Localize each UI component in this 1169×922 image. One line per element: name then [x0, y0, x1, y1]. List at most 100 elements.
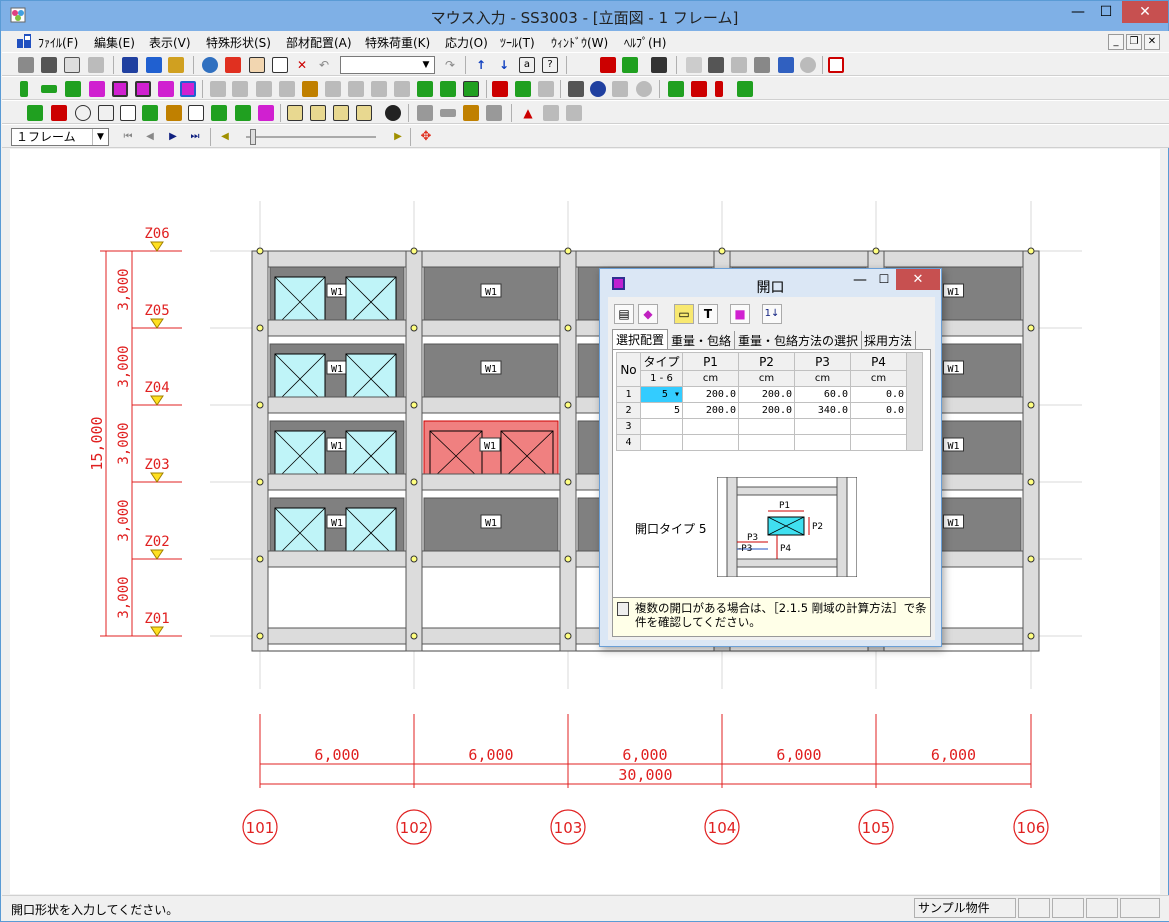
copy-icon[interactable] — [88, 57, 104, 73]
tag-c-icon[interactable] — [333, 105, 349, 121]
table-row[interactable]: 1 5 ▾ 200.0 200.0 60.0 0.0 — [616, 386, 923, 403]
panel-icon[interactable] — [622, 57, 638, 73]
node[interactable] — [564, 247, 572, 255]
tab-weight-envelope-method[interactable]: 重量・包絡方法の選択 — [735, 331, 863, 349]
crosshair-icon[interactable] — [98, 105, 114, 121]
mdi-close-button[interactable]: ✕ — [1144, 34, 1160, 50]
node[interactable] — [564, 632, 572, 640]
frame-select[interactable]: １フレーム ▼ — [11, 128, 109, 146]
load-down-icon[interactable] — [691, 81, 707, 97]
node[interactable] — [872, 247, 880, 255]
p1-cell[interactable] — [682, 434, 739, 451]
snap-icon[interactable] — [754, 57, 770, 73]
beam[interactable] — [251, 250, 1040, 268]
foundation-icon[interactable] — [417, 81, 433, 97]
menu-edit[interactable]: 編集(E) — [94, 34, 135, 51]
node-icon[interactable] — [686, 57, 702, 73]
label-f-icon[interactable] — [235, 105, 251, 121]
print-icon[interactable] — [41, 57, 57, 73]
slider-right-icon[interactable]: ▶ — [390, 129, 406, 145]
property-icon[interactable]: ▤ — [614, 304, 634, 324]
report-icon[interactable] — [828, 57, 844, 73]
node[interactable] — [256, 478, 264, 486]
last-frame-icon[interactable]: ⏭ — [187, 129, 203, 145]
tab-selection-placement[interactable]: 選択配置 — [612, 329, 669, 349]
print-preview-icon[interactable] — [64, 57, 80, 73]
node[interactable] — [256, 632, 264, 640]
menu-stress[interactable]: 応力(O) — [445, 34, 488, 51]
sort-icon[interactable]: 1↓ — [762, 304, 782, 324]
node[interactable] — [564, 324, 572, 332]
table-icon[interactable] — [600, 57, 616, 73]
menu-member-placement[interactable]: 部材配置(A) — [286, 34, 352, 51]
wall-icon[interactable] — [89, 81, 105, 97]
comment-icon[interactable]: ▭ — [674, 304, 694, 324]
measure-icon[interactable] — [731, 57, 747, 73]
p1-cell[interactable] — [682, 418, 739, 435]
p1-cell[interactable]: 200.0 — [682, 402, 739, 419]
node[interactable] — [256, 247, 264, 255]
opening-shape-icon[interactable]: ■ — [730, 304, 750, 324]
column-icon[interactable] — [20, 81, 28, 97]
brace-icon[interactable] — [65, 81, 81, 97]
undo-icon[interactable]: ↶ — [316, 57, 332, 73]
node[interactable] — [256, 401, 264, 409]
pan-hand-icon[interactable] — [249, 57, 265, 73]
member-display-icon[interactable] — [51, 105, 67, 121]
p4-cell[interactable] — [850, 418, 907, 435]
node[interactable] — [718, 247, 726, 255]
node[interactable] — [410, 324, 418, 332]
type-cell[interactable]: 5 — [640, 402, 683, 419]
node[interactable] — [1027, 555, 1035, 563]
column[interactable] — [405, 250, 423, 652]
book-icon[interactable]: ◆ — [638, 304, 658, 324]
node[interactable] — [564, 401, 572, 409]
help-icon[interactable]: ? — [542, 57, 558, 73]
column[interactable] — [1022, 250, 1040, 652]
joint-icon[interactable] — [492, 81, 508, 97]
menu-view[interactable]: 表示(V) — [149, 34, 191, 51]
p4-cell[interactable]: 0.0 — [850, 386, 907, 403]
p4-cell[interactable] — [850, 434, 907, 451]
menu-special-shape[interactable]: 特殊形状(S) — [206, 34, 271, 51]
text-icon[interactable]: a — [519, 57, 535, 73]
zoom-icon[interactable] — [202, 57, 218, 73]
label-b-icon[interactable] — [142, 105, 158, 121]
haunch-icon[interactable] — [302, 81, 318, 97]
node[interactable] — [410, 478, 418, 486]
grid-scrollbar[interactable] — [906, 352, 923, 451]
layer-combo[interactable]: ▼ — [340, 56, 435, 74]
column[interactable] — [559, 250, 577, 652]
p3-cell[interactable]: 340.0 — [794, 402, 851, 419]
p4-cell[interactable]: 0.0 — [850, 402, 907, 419]
type-cell[interactable] — [640, 434, 683, 451]
frame-icon[interactable] — [146, 57, 162, 73]
p3-cell[interactable] — [794, 418, 851, 435]
node[interactable] — [1027, 478, 1035, 486]
slider-left-icon[interactable]: ◀ — [217, 129, 233, 145]
refresh-icon[interactable] — [800, 57, 816, 73]
grid-display-icon[interactable] — [27, 105, 43, 121]
redo-icon[interactable]: ↷ — [442, 57, 458, 73]
slab-icon[interactable] — [135, 81, 151, 97]
move-icon[interactable] — [225, 57, 241, 73]
check-icon[interactable] — [385, 105, 401, 121]
label-c-icon[interactable] — [166, 105, 182, 121]
text-icon[interactable]: T — [698, 304, 718, 324]
node[interactable] — [564, 478, 572, 486]
up-arrow-icon[interactable]: ↑ — [473, 57, 489, 73]
pile-icon[interactable] — [440, 81, 456, 97]
wall-opening-icon[interactable] — [112, 81, 128, 97]
next-frame-icon[interactable]: ▶ — [165, 129, 181, 145]
node[interactable] — [410, 401, 418, 409]
pointer-icon[interactable] — [272, 57, 288, 73]
support-icon[interactable] — [515, 81, 531, 97]
dialog-title-bar[interactable]: 開口 — ☐ ✕ — [600, 269, 941, 297]
first-frame-icon[interactable]: ⏮ — [120, 129, 136, 145]
dialog-close-button[interactable]: ✕ — [896, 269, 940, 290]
p2-cell[interactable]: 200.0 — [738, 386, 795, 403]
table-row[interactable]: 4 — [616, 434, 923, 451]
section-icon[interactable] — [568, 81, 584, 97]
close-button[interactable]: ✕ — [1122, 1, 1168, 23]
delete-icon[interactable]: ✕ — [294, 57, 310, 73]
